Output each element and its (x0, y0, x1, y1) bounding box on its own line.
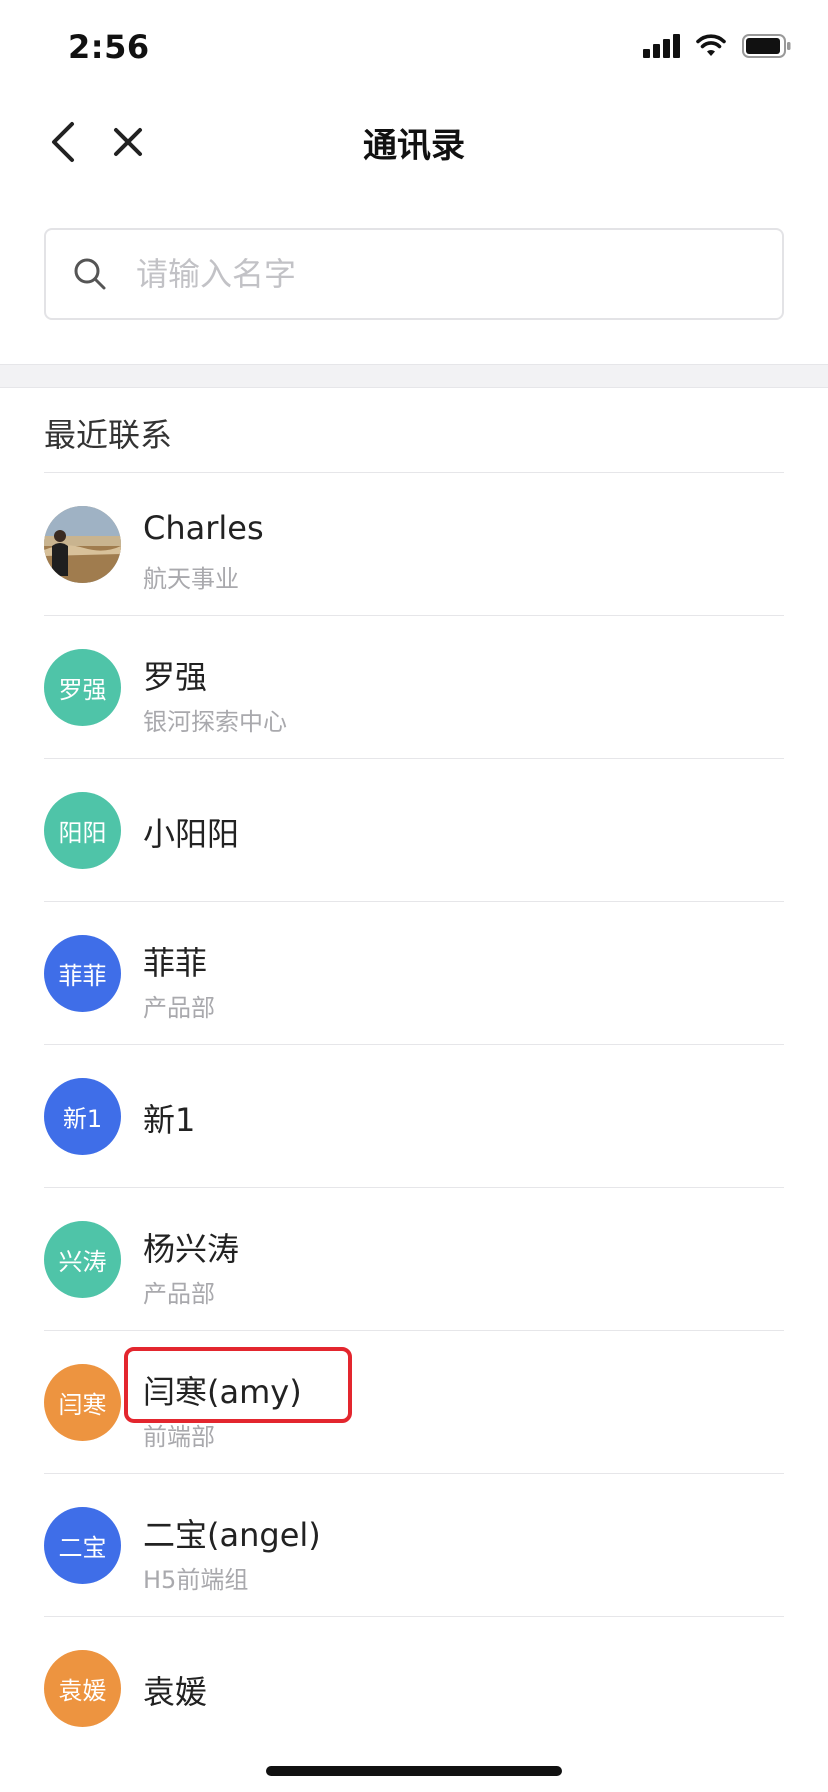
contact-item[interactable]: 阳阳 小阳阳 (0, 759, 828, 902)
contact-item[interactable]: 新1 新1 (0, 1045, 828, 1188)
section-separator (0, 364, 828, 388)
navigation-bar: 通讯录 (0, 100, 828, 184)
contact-item[interactable]: 菲菲 菲菲 产品部 (0, 902, 828, 1045)
contact-department: 产品部 (143, 994, 215, 1022)
page-title: 通讯录 (363, 126, 465, 166)
contact-name: 杨兴涛 (143, 1230, 240, 1268)
contact-item[interactable]: 二宝 二宝(angel) H5前端组 (0, 1474, 828, 1617)
avatar (44, 506, 121, 583)
status-time: 2:56 (68, 28, 150, 66)
contact-department: 银河探索中心 (143, 708, 287, 736)
status-icons (643, 34, 792, 58)
contact-name: Charles (143, 509, 264, 547)
contact-item[interactable]: 袁媛 袁媛 (0, 1617, 828, 1760)
search-box[interactable] (44, 228, 784, 320)
wifi-icon (696, 34, 726, 58)
home-indicator (266, 1766, 562, 1776)
avatar: 兴涛 (44, 1221, 121, 1298)
contact-name: 菲菲 (143, 944, 208, 982)
avatar: 阳阳 (44, 792, 121, 869)
contact-name: 新1 (143, 1101, 196, 1139)
contact-department: H5前端组 (143, 1566, 249, 1594)
avatar: 新1 (44, 1078, 121, 1155)
highlight-annotation (124, 1347, 352, 1423)
contact-item[interactable]: Charles 航天事业 (0, 473, 828, 616)
cellular-signal-icon (643, 34, 680, 58)
search-input[interactable] (136, 246, 756, 302)
avatar: 袁媛 (44, 1650, 121, 1727)
avatar: 菲菲 (44, 935, 121, 1012)
contact-name: 小阳阳 (143, 815, 240, 853)
contact-name: 袁媛 (143, 1673, 208, 1711)
contact-department: 产品部 (143, 1280, 215, 1308)
contact-list: Charles 航天事业 罗强 罗强 银河探索中心 阳阳 小阳阳 菲菲 菲菲 产… (0, 473, 828, 1760)
avatar: 罗强 (44, 649, 121, 726)
avatar: 二宝 (44, 1507, 121, 1584)
section-title-recent: 最近联系 (44, 416, 173, 454)
battery-icon (742, 34, 792, 58)
contact-department: 航天事业 (143, 565, 239, 593)
contact-item[interactable]: 罗强 罗强 银河探索中心 (0, 616, 828, 759)
contact-name: 二宝(angel) (143, 1516, 321, 1554)
contact-name: 罗强 (143, 658, 208, 696)
search-icon (72, 256, 108, 292)
avatar: 闫寒 (44, 1364, 121, 1441)
contact-item[interactable]: 兴涛 杨兴涛 产品部 (0, 1188, 828, 1331)
status-bar: 2:56 (0, 0, 828, 100)
